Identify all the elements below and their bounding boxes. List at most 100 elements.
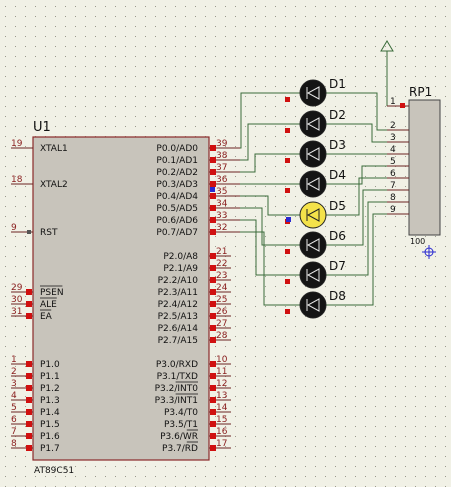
led-diode-icon <box>299 261 327 289</box>
led-label: D4 <box>329 168 346 182</box>
chip-pin-name: P1.2 <box>40 384 60 394</box>
chip-pin-name: XTAL2 <box>40 180 68 190</box>
led-label: D7 <box>329 259 346 273</box>
chip-pin-name: P1.7 <box>40 444 60 454</box>
pin-terminal-marker <box>285 279 290 284</box>
rp-pin-number: 1 <box>390 97 396 107</box>
chip-pin-number: 28 <box>216 331 228 341</box>
chip-pin-number: 13 <box>216 391 227 401</box>
rp-pin-number: 9 <box>390 205 396 215</box>
pin-terminal-marker <box>26 397 32 403</box>
led-diode-icon <box>299 201 327 229</box>
chip-pin-name: P3.7/RD <box>162 444 198 454</box>
pin-terminal-marker <box>26 445 32 451</box>
rp-pin-number: 6 <box>390 169 396 179</box>
chip-pin-number: 29 <box>11 283 23 293</box>
resistor-pack-ref: RP1 <box>409 85 432 99</box>
pin-terminal-marker <box>26 433 32 439</box>
pin-terminal-marker <box>285 158 290 163</box>
chip-pin-name: P0.2/AD2 <box>156 168 198 178</box>
chip-pin-number: 25 <box>216 295 227 305</box>
chip-pin-number: 22 <box>216 259 227 269</box>
chip-pin-number: 18 <box>11 175 23 185</box>
pin-terminal-marker <box>285 309 290 314</box>
chip-pin-name: P0.0/AD0 <box>156 144 198 154</box>
chip-pin-name: P1.0 <box>40 360 60 370</box>
led-label: D8 <box>329 289 346 303</box>
chip-pin-name: P0.1/AD1 <box>156 156 198 166</box>
chip-pin-number: 1 <box>11 355 17 365</box>
chip-pin-number: 11 <box>216 367 227 377</box>
chip-pin-name: P0.4/AD4 <box>156 192 198 202</box>
chip-pin-name: P0.7/AD7 <box>156 228 198 238</box>
chip-pin-name: P2.0/A8 <box>163 252 198 262</box>
pin-terminal-marker <box>27 230 31 234</box>
pin-terminal-marker <box>26 409 32 415</box>
chip-pin-name: EA <box>40 312 53 322</box>
led-diode-icon <box>299 170 327 198</box>
chip-pin-name: P3.6/WR <box>160 432 198 442</box>
chip-pin-name: P0.6/AD6 <box>156 216 198 226</box>
chip-pin-number: 36 <box>216 175 228 185</box>
chip-pin-number: 9 <box>11 223 17 233</box>
chip-pin-name: PSEN <box>40 288 64 298</box>
chip-pin-number: 27 <box>216 319 227 329</box>
chip-pin-name: P3.1/TXD <box>157 372 198 382</box>
chip-pin-number: 37 <box>216 163 227 173</box>
chip-pin-number: 6 <box>11 415 17 425</box>
resistor-pack-body[interactable] <box>408 99 441 236</box>
chip-pin-number: 21 <box>216 247 227 257</box>
chip-pin-number: 19 <box>11 139 23 149</box>
pin-terminal-marker <box>285 97 290 102</box>
chip-pin-number: 35 <box>216 187 227 197</box>
pin-terminal-marker <box>285 188 290 193</box>
chip-pin-number: 39 <box>216 139 228 149</box>
chip-pin-name: P3.4/T0 <box>164 408 198 418</box>
resistor-pack-value: 100 <box>410 237 425 246</box>
chip-pin-number: 3 <box>11 379 17 389</box>
led-diode-icon <box>299 110 327 138</box>
pin-terminal-marker <box>285 128 290 133</box>
chip-pin-number: 2 <box>11 367 17 377</box>
chip-pin-name: P2.6/A14 <box>158 324 199 334</box>
rp-pin-number: 3 <box>390 133 396 143</box>
pin-terminal-marker <box>26 373 32 379</box>
chip-pin-number: 10 <box>216 355 228 365</box>
pin-terminal-marker <box>26 421 32 427</box>
chip-pin-name: ALE <box>40 300 57 310</box>
rp-pin-number: 8 <box>390 193 396 203</box>
chip-pin-name: XTAL1 <box>40 144 68 154</box>
chip-pin-number: 23 <box>216 271 227 281</box>
rp-pin-number: 4 <box>390 145 396 155</box>
chip-pin-number: 24 <box>216 283 228 293</box>
chip-pin-number: 7 <box>11 427 17 437</box>
chip-pin-name: P3.5/T1 <box>164 420 198 430</box>
chip-pin-name: P1.5 <box>40 420 60 430</box>
pin-terminal-marker <box>26 313 32 319</box>
chip-pin-number: 26 <box>216 307 228 317</box>
chip-pin-number: 38 <box>216 151 228 161</box>
chip-pin-number: 15 <box>216 415 227 425</box>
chip-pin-name: P2.4/A12 <box>158 300 198 310</box>
chip-pin-name: P3.3/INT1 <box>155 396 198 406</box>
chip-pin-name: P2.5/A13 <box>158 312 198 322</box>
chip-pin-number: 12 <box>216 379 227 389</box>
chip-pin-name: P2.2/A10 <box>158 276 199 286</box>
chip-pin-name: P2.3/A11 <box>158 288 198 298</box>
chip-pin-number: 30 <box>11 295 23 305</box>
led-label: D1 <box>329 77 346 91</box>
pin-terminal-marker <box>26 385 32 391</box>
chip-pin-name: P0.3/AD3 <box>156 180 198 190</box>
led-diode-icon <box>299 291 327 319</box>
led-diode-icon <box>299 79 327 107</box>
schematic-canvas[interactable]: U1 AT89C51 19 XTAL118 XTAL29 RST29 PSEN30 ALE… <box>0 0 451 487</box>
pin-terminal-marker <box>26 361 32 367</box>
chip-pin-name: P0.5/AD5 <box>156 204 198 214</box>
chip-pin-number: 4 <box>11 391 17 401</box>
chip-pin-name: P1.3 <box>40 396 60 406</box>
chip-pin-number: 33 <box>216 211 227 221</box>
chip-ref-label: U1 <box>33 120 51 135</box>
chip-at89c51[interactable]: U1 AT89C51 19 XTAL118 XTAL29 RST29 PSEN30 ALE… <box>11 120 240 476</box>
chip-pin-number: 14 <box>216 403 228 413</box>
led-label: D5 <box>329 199 346 213</box>
